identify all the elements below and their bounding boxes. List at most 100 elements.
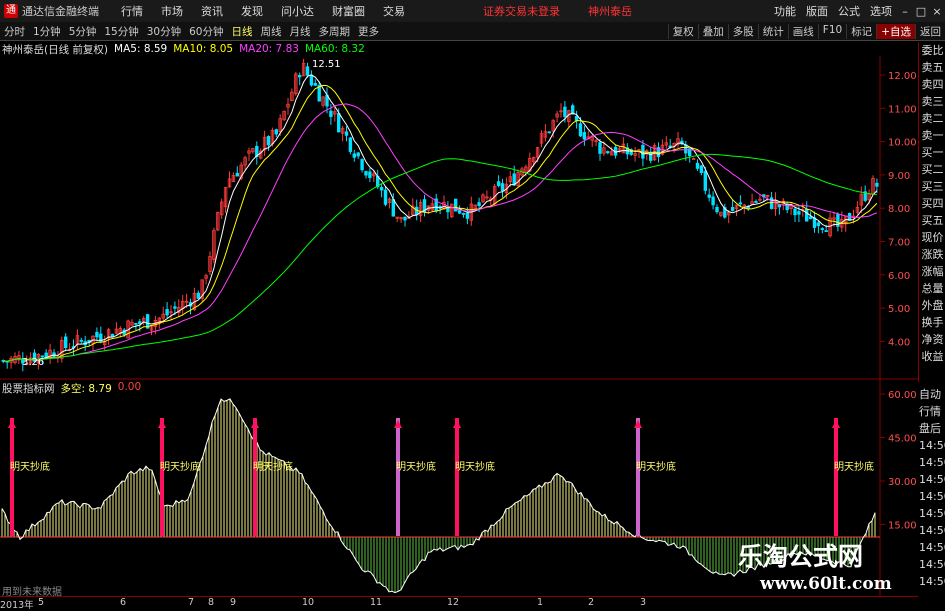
- candle-body[interactable]: [461, 213, 466, 215]
- candle-body[interactable]: [808, 216, 813, 220]
- candle-body[interactable]: [64, 336, 68, 349]
- signal-label: 明天抄底: [455, 462, 495, 473]
- candle-body[interactable]: [134, 322, 138, 325]
- candle-body[interactable]: [875, 182, 879, 187]
- side-item[interactable]: 委比: [919, 42, 945, 59]
- date-axis: 2013年 5 6 7 8 9 10 11 12 1 2 3: [0, 596, 918, 611]
- candle-body[interactable]: [138, 321, 142, 325]
- side-item[interactable]: 总量: [919, 280, 945, 297]
- side2-item[interactable]: 行情: [918, 403, 945, 420]
- candle-body[interactable]: [196, 292, 200, 299]
- side2-item[interactable]: 14:50: [918, 437, 945, 454]
- candle-body[interactable]: [606, 151, 610, 154]
- candle-body[interactable]: [297, 75, 302, 78]
- side-item[interactable]: 净资: [919, 331, 945, 348]
- candle-body[interactable]: [824, 230, 828, 232]
- candle-body[interactable]: [715, 206, 719, 213]
- candle-body[interactable]: [563, 106, 567, 118]
- candle-body[interactable]: [816, 222, 821, 227]
- side-item[interactable]: 收益: [919, 348, 945, 365]
- candle-body[interactable]: [769, 197, 774, 209]
- candle-body[interactable]: [738, 202, 743, 205]
- candle-body[interactable]: [500, 183, 505, 192]
- side-item[interactable]: 卖一: [919, 127, 945, 144]
- candle-body[interactable]: [496, 181, 501, 187]
- side2-item[interactable]: 14:50: [918, 488, 945, 505]
- candle-body[interactable]: [344, 131, 349, 136]
- candle-body[interactable]: [379, 187, 384, 191]
- indicator-name[interactable]: 股票指标网: [2, 381, 55, 396]
- signal-bar: [396, 418, 400, 536]
- side-item[interactable]: 涨幅: [919, 263, 945, 280]
- side-item[interactable]: 买四: [919, 195, 945, 212]
- candle-body[interactable]: [457, 210, 462, 214]
- candle-body[interactable]: [730, 206, 735, 211]
- candle-body[interactable]: [305, 66, 310, 76]
- ma5-value: MA5: 8.59: [114, 43, 168, 55]
- candle-body[interactable]: [235, 172, 239, 177]
- candle-body[interactable]: [477, 202, 481, 207]
- candle-body[interactable]: [578, 123, 583, 137]
- date-tick: 2: [588, 597, 595, 608]
- candle-body[interactable]: [173, 306, 177, 309]
- candle-body[interactable]: [110, 333, 115, 337]
- side-item[interactable]: 卖四: [919, 76, 945, 93]
- side2-item[interactable]: 14:50: [918, 522, 945, 539]
- candle-body[interactable]: [336, 113, 341, 133]
- candle-body[interactable]: [707, 194, 711, 198]
- side2-item[interactable]: 14:50: [918, 505, 945, 522]
- candle-body[interactable]: [582, 132, 587, 140]
- kline-chart[interactable]: 12.0011.0010.009.008.007.006.005.004.00 …: [0, 0, 945, 609]
- price-tick-label: 7.00: [888, 238, 910, 249]
- candle-body[interactable]: [805, 209, 809, 222]
- side-item[interactable]: 买三: [919, 178, 945, 195]
- candle-body[interactable]: [356, 152, 360, 157]
- signal-bar: [834, 418, 838, 536]
- side-item[interactable]: 外盘: [919, 297, 945, 314]
- candle-body[interactable]: [165, 309, 169, 316]
- side2-item[interactable]: 盘后: [918, 420, 945, 437]
- candle-body[interactable]: [266, 136, 271, 146]
- candle-body[interactable]: [352, 153, 356, 158]
- candle-body[interactable]: [403, 216, 407, 221]
- candle-body[interactable]: [360, 159, 364, 171]
- side-item[interactable]: 买五: [919, 212, 945, 229]
- candle-body[interactable]: [364, 171, 368, 176]
- candle-body[interactable]: [368, 171, 372, 178]
- side-item[interactable]: 买一: [919, 144, 945, 161]
- side2-item[interactable]: 14:50: [918, 471, 945, 488]
- side-item[interactable]: 卖三: [919, 93, 945, 110]
- side2-item[interactable]: 14:50: [918, 556, 945, 573]
- candle-body[interactable]: [793, 208, 797, 216]
- candle-body[interactable]: [313, 82, 317, 86]
- candle-body[interactable]: [820, 228, 824, 230]
- candle-body[interactable]: [383, 189, 388, 205]
- side-item[interactable]: 涨跌: [919, 246, 945, 263]
- side-item[interactable]: 现价: [919, 229, 945, 246]
- candle-body[interactable]: [329, 110, 333, 117]
- candle-body[interactable]: [711, 196, 715, 206]
- candle-body[interactable]: [699, 165, 704, 173]
- side2-item[interactable]: 14:50: [918, 539, 945, 556]
- candle-body[interactable]: [598, 142, 602, 154]
- candle-body[interactable]: [695, 162, 700, 169]
- candle-body[interactable]: [649, 151, 653, 161]
- side2-item[interactable]: 自动: [918, 386, 945, 403]
- side-item[interactable]: 卖五: [919, 59, 945, 76]
- candle-body[interactable]: [465, 212, 470, 219]
- candle-body[interactable]: [754, 200, 758, 203]
- candle-body[interactable]: [309, 74, 314, 86]
- candle-body[interactable]: [547, 131, 551, 134]
- side2-item[interactable]: 14:50: [918, 573, 945, 590]
- side2-item[interactable]: 14:50: [918, 454, 945, 471]
- candle-body[interactable]: [274, 129, 278, 135]
- candle-body[interactable]: [348, 137, 353, 152]
- side-item[interactable]: 买二: [919, 161, 945, 178]
- candle-body[interactable]: [797, 211, 801, 215]
- candle-body[interactable]: [79, 339, 83, 342]
- side-item[interactable]: 卖二: [919, 110, 945, 127]
- candle-body[interactable]: [703, 170, 707, 191]
- candle-body[interactable]: [95, 331, 99, 338]
- candle-body[interactable]: [391, 199, 395, 217]
- side-item[interactable]: 换手: [919, 314, 945, 331]
